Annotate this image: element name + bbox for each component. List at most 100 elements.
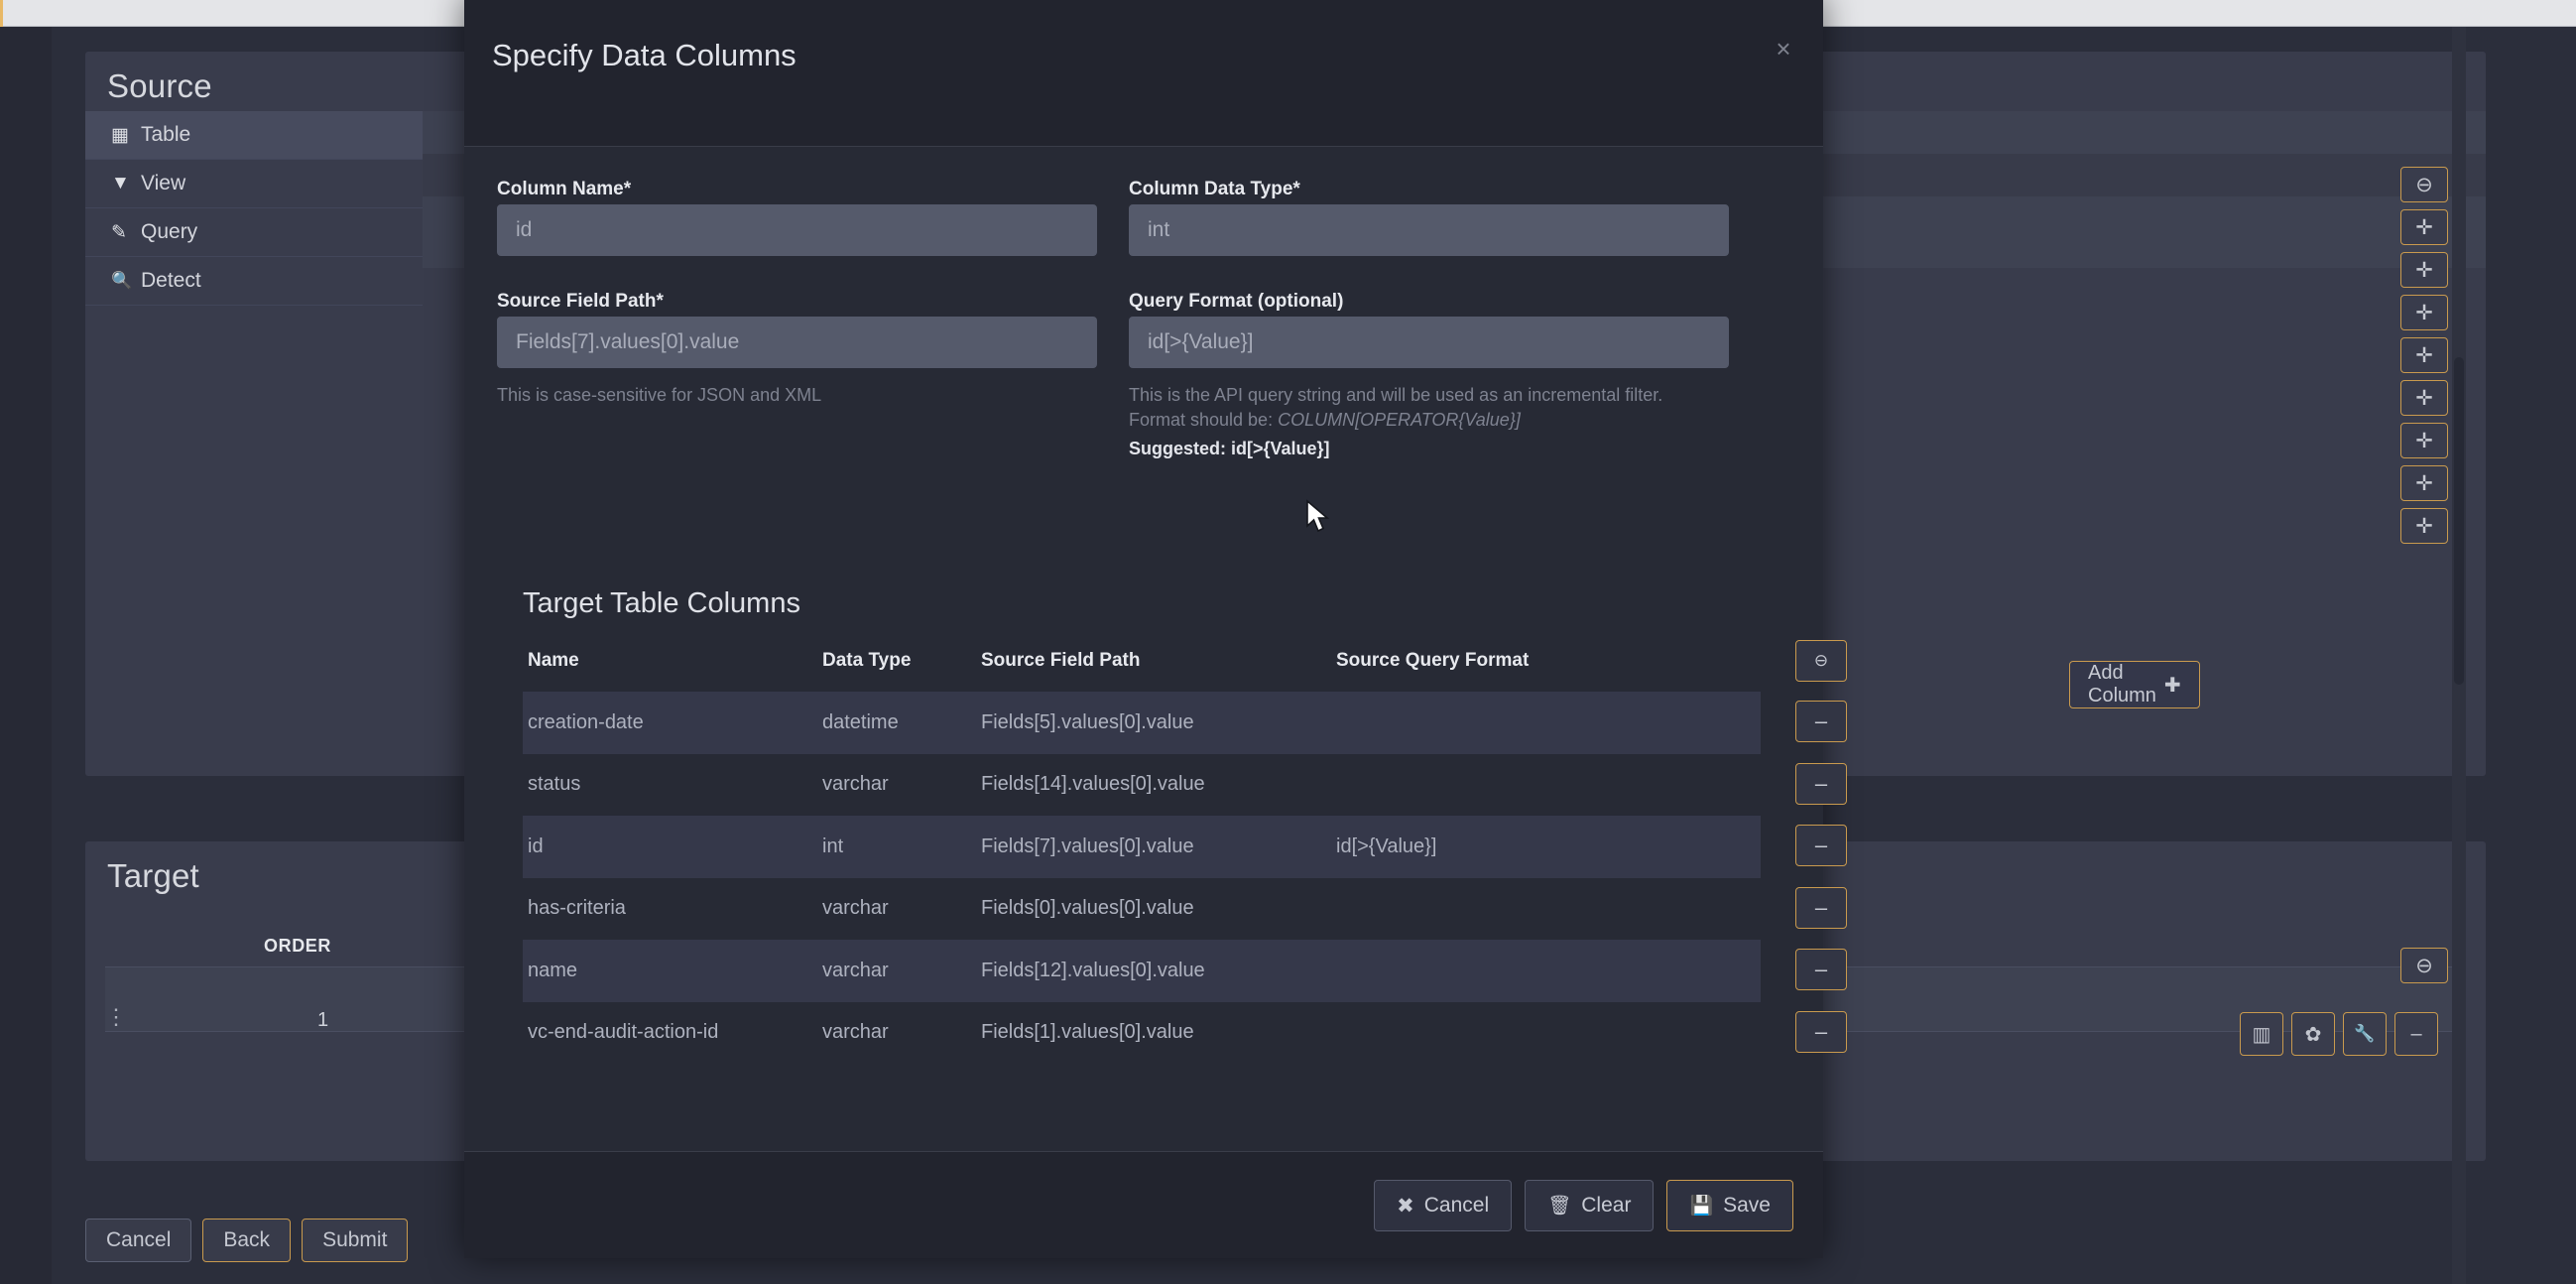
source-nav: ▦ Table ▼ View ✎ Query 🔍 Detect — [85, 111, 423, 306]
submit-button[interactable]: Submit — [302, 1219, 409, 1262]
edit-icon: ✎ — [111, 221, 127, 243]
table-header-row: Name Data Type Source Field Path Source Que… — [523, 650, 1761, 692]
remove-row-button[interactable]: – — [2394, 1012, 2438, 1056]
table-row[interactable]: has-criteria varchar Fields[0].values[0].v… — [523, 878, 1761, 941]
table-row[interactable]: id int Fields[7].values[0].value id[>{Value… — [523, 816, 1761, 878]
save-floppy-icon: 💾 — [1689, 1196, 1714, 1217]
query-format-label: Query Format (optional) — [1129, 291, 1344, 312]
table-cell-name: vc-end-audit-action-id — [528, 1021, 719, 1044]
target-panel-title: Target — [107, 857, 199, 894]
query-format-help: This is the API query string and will be… — [1129, 383, 1744, 433]
add-column-button[interactable]: Add Column ✚ — [2069, 661, 2200, 708]
columns-icon: ▥ — [2252, 1023, 2271, 1046]
left-rail — [0, 27, 52, 1284]
column-data-type-input[interactable]: int — [1129, 204, 1729, 256]
add-row-button[interactable]: ✛ — [2400, 465, 2448, 501]
grid-icon: ▦ — [111, 124, 129, 146]
minus-circle-icon: ⊖ — [2415, 173, 2433, 196]
table-cell-type: varchar — [822, 773, 889, 796]
modal-clear-button[interactable]: 🗑 Clear — [1525, 1180, 1655, 1231]
sidebar-item-view[interactable]: ▼ View — [85, 160, 423, 208]
modal-cancel-button[interactable]: ✖ Cancel — [1374, 1180, 1513, 1231]
table-cell-type: varchar — [822, 1021, 889, 1044]
remove-column-button[interactable]: – — [1795, 886, 1847, 929]
remove-column-button[interactable]: – — [1795, 1010, 1847, 1053]
target-table-columns-title: Target Table Columns — [523, 587, 800, 619]
table-cell-type: int — [822, 835, 844, 857]
add-row-button[interactable]: ✛ — [2400, 423, 2448, 458]
add-row-button[interactable]: ✛ — [2400, 508, 2448, 544]
modal-header: Specify Data Columns × — [464, 0, 1823, 147]
table-cell-name: status — [528, 773, 581, 796]
remove-column-button[interactable]: – — [1795, 825, 1847, 866]
columns-button[interactable]: ▥ — [2240, 1012, 2283, 1056]
plus-icon: ✛ — [2415, 258, 2433, 282]
table-cell-name: name — [528, 959, 578, 981]
table-cell-path: Fields[12].values[0].value — [981, 959, 1205, 981]
column-header: Source Field Path — [981, 650, 1141, 671]
add-row-button[interactable]: ✛ — [2400, 337, 2448, 373]
column-header: Data Type — [822, 650, 912, 671]
plus-icon: ✛ — [2415, 301, 2433, 324]
minus-icon: – — [2410, 1022, 2422, 1045]
drag-handle-icon[interactable]: ⋮ — [105, 1006, 127, 1028]
query-format-suggested: Suggested: id[>{Value}] — [1129, 439, 1330, 458]
query-format-help-line1: This is the API query string and will be… — [1129, 385, 1663, 405]
sidebar-item-label: Query — [141, 220, 198, 243]
table-cell-query: id[>{Value}] — [1336, 835, 1437, 857]
table-row[interactable]: vc-end-audit-action-id varchar Fields[1].v… — [523, 1002, 1761, 1065]
collapse-all-button[interactable]: ⊖ — [2400, 167, 2448, 202]
cancel-button[interactable]: Cancel — [85, 1219, 192, 1262]
source-field-path-help: This is case-sensitive for JSON and XML — [497, 385, 822, 405]
gear-icon: ✿ — [2304, 1023, 2322, 1046]
specify-data-columns-modal: Specify Data Columns × Column Name* id C… — [464, 0, 2200, 1258]
modal-clear-label: Clear — [1581, 1194, 1632, 1217]
wrench-icon: 🔧 — [2354, 1024, 2376, 1043]
table-cell-path: Fields[0].values[0].value — [981, 897, 1194, 920]
add-row-button[interactable]: ✛ — [2400, 380, 2448, 416]
minus-circle-icon: ⊖ — [1813, 651, 1829, 670]
target-collapse-button[interactable]: ⊖ — [2400, 948, 2448, 983]
column-name-input[interactable]: id — [497, 204, 1097, 256]
source-field-path-input[interactable]: Fields[7].values[0].value — [497, 317, 1097, 368]
close-icon[interactable]: × — [1769, 34, 1798, 64]
search-icon: 🔍 — [111, 271, 133, 290]
source-panel-title: Source — [107, 67, 212, 104]
table-cell-path: Fields[7].values[0].value — [981, 835, 1194, 857]
order-column-header: ORDER — [264, 936, 332, 956]
add-row-button[interactable]: ✛ — [2400, 252, 2448, 288]
add-row-button[interactable]: ✛ — [2400, 295, 2448, 330]
trash-icon: 🗑 — [1547, 1196, 1572, 1217]
sidebar-item-label: Detect — [141, 269, 201, 292]
plus-icon: ✛ — [2415, 386, 2433, 410]
minus-icon: – — [1814, 1018, 1828, 1044]
top-strip-accent — [0, 0, 3, 27]
table-row[interactable]: creation-date datetime Fields[5].values[0]… — [523, 692, 1761, 754]
remove-column-button[interactable]: – — [1795, 949, 1847, 990]
table-cell-name: id — [528, 835, 544, 857]
modal-footer-buttons: ✖ Cancel 🗑 Clear 💾 Save — [1374, 1180, 1793, 1231]
page-scrollbar-thumb[interactable] — [2454, 357, 2464, 685]
tools-button[interactable]: 🔧 — [2343, 1012, 2387, 1056]
table-cell-type: varchar — [822, 897, 889, 920]
sidebar-item-table[interactable]: ▦ Table — [85, 111, 423, 160]
modal-save-button[interactable]: 💾 Save — [1666, 1180, 1793, 1231]
table-row[interactable]: status varchar Fields[14].values[0].value — [523, 754, 1761, 817]
query-format-input[interactable]: id[>{Value}] — [1129, 317, 1729, 368]
modal-save-label: Save — [1723, 1194, 1771, 1217]
plus-icon: ✛ — [2415, 429, 2433, 452]
remove-all-columns-button[interactable]: ⊖ — [1795, 640, 1847, 682]
plus-icon: ✛ — [2415, 471, 2433, 495]
settings-button[interactable]: ✿ — [2291, 1012, 2335, 1056]
remove-column-button[interactable]: – — [1795, 762, 1847, 805]
sidebar-item-detect[interactable]: 🔍 Detect — [85, 257, 423, 306]
plus-icon: ✛ — [2415, 343, 2433, 367]
column-name-label: Column Name* — [497, 179, 632, 199]
minus-circle-icon: ⊖ — [2415, 954, 2433, 977]
table-row[interactable]: name varchar Fields[12].values[0].value — [523, 940, 1761, 1002]
remove-column-button[interactable]: – — [1795, 701, 1847, 742]
sidebar-item-label: View — [141, 172, 186, 194]
add-row-button[interactable]: ✛ — [2400, 209, 2448, 245]
sidebar-item-query[interactable]: ✎ Query — [85, 208, 423, 257]
back-button[interactable]: Back — [202, 1219, 292, 1262]
